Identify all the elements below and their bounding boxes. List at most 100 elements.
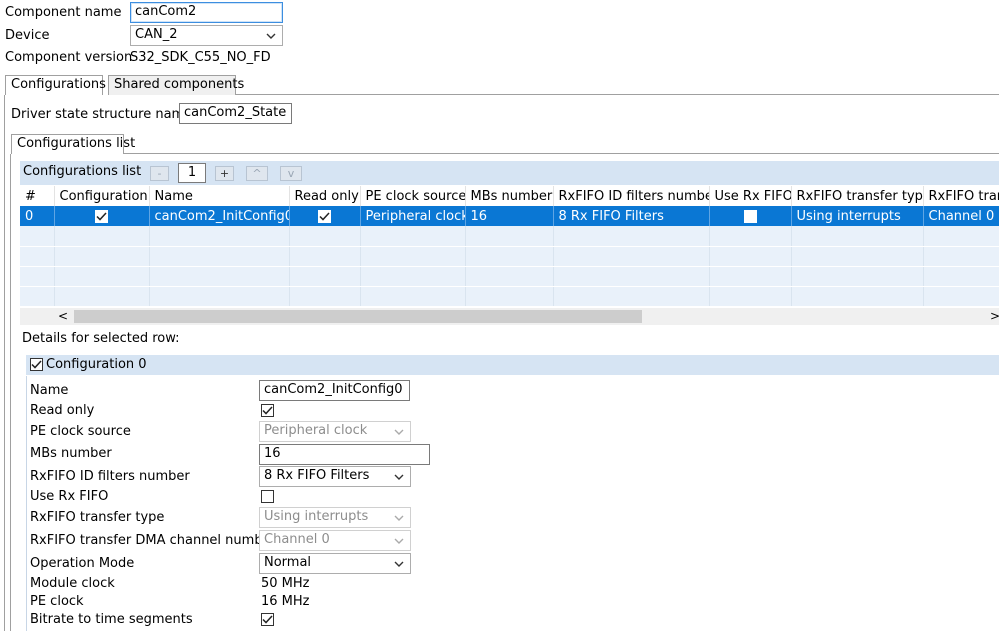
row-mbs-number[interactable]: 16 bbox=[465, 206, 554, 226]
checkmark-icon bbox=[262, 406, 273, 415]
row-use-rx-fifo-checkbox[interactable] bbox=[743, 209, 757, 223]
component-name-label: Component name bbox=[5, 5, 122, 20]
detail-name-label: Name bbox=[30, 383, 69, 398]
column-header[interactable]: Use Rx FIFO bbox=[709, 186, 792, 206]
checkmark-icon bbox=[31, 360, 42, 369]
panel-left-border bbox=[4, 95, 5, 631]
empty-row bbox=[20, 286, 999, 307]
column-header[interactable]: # bbox=[20, 186, 55, 206]
chevron-down-icon bbox=[264, 26, 278, 45]
detail-rxfifo-filters-select[interactable]: 8 Rx FIFO Filters bbox=[259, 466, 411, 487]
column-header[interactable]: PE clock source bbox=[360, 186, 466, 206]
column-header[interactable]: Configuration bbox=[54, 186, 150, 206]
tab-divider bbox=[236, 94, 999, 95]
chevron-down-icon bbox=[392, 554, 406, 573]
row-name[interactable]: canCom2_InitConfig0 bbox=[149, 206, 290, 226]
device-label: Device bbox=[5, 28, 50, 43]
table-header-row: # Configuration Name Read only PE clock … bbox=[20, 186, 999, 206]
detail-mbs-number-label: MBs number bbox=[30, 446, 112, 461]
driver-state-input[interactable]: canCom2_State bbox=[179, 103, 292, 124]
detail-mbs-number-input[interactable]: 16 bbox=[259, 444, 430, 465]
detail-pe-clock-source-value: Peripheral clock bbox=[264, 423, 368, 438]
configurations-list-header-label: Configurations list bbox=[23, 164, 142, 179]
empty-row bbox=[20, 266, 999, 287]
checkmark-icon bbox=[319, 211, 330, 221]
detail-pe-clock-source-label: PE clock source bbox=[30, 424, 131, 439]
detail-operation-mode-value: Normal bbox=[264, 555, 312, 570]
detail-dma-channel-value: Channel 0 bbox=[264, 532, 330, 547]
configuration-group-label: Configuration 0 bbox=[46, 357, 147, 372]
device-select[interactable]: CAN_2 bbox=[130, 25, 283, 46]
empty-row bbox=[20, 246, 999, 267]
detail-operation-mode-select[interactable]: Normal bbox=[259, 553, 411, 574]
column-header[interactable]: RxFIFO ID filters number bbox=[553, 186, 710, 206]
tab-configurations[interactable]: Configurations bbox=[5, 75, 106, 95]
column-header[interactable]: Read only bbox=[289, 186, 361, 206]
row-configuration-cell[interactable] bbox=[54, 206, 150, 226]
column-header[interactable]: Name bbox=[149, 186, 290, 206]
row-rxfifo-channel[interactable]: Channel 0 bbox=[923, 206, 999, 226]
detail-module-clock-value: 50 MHz bbox=[261, 576, 310, 591]
empty-row bbox=[20, 226, 999, 247]
checkmark-icon bbox=[262, 615, 273, 624]
detail-transfer-type-value: Using interrupts bbox=[264, 509, 369, 524]
detail-operation-mode-label: Operation Mode bbox=[30, 556, 135, 571]
inner-tab-divider bbox=[124, 153, 999, 154]
driver-state-label: Driver state structure name bbox=[11, 107, 193, 122]
row-read-only-cell[interactable] bbox=[289, 206, 361, 226]
configuration-group-checkbox[interactable] bbox=[30, 358, 43, 371]
inner-panel-left-border bbox=[10, 154, 11, 631]
device-select-value: CAN_2 bbox=[135, 27, 178, 42]
detail-pe-clock-source-select[interactable]: Peripheral clock bbox=[259, 421, 411, 442]
tab-shared-components[interactable]: Shared components bbox=[108, 75, 244, 95]
detail-dma-channel-label: RxFIFO transfer DMA channel number bbox=[30, 533, 276, 548]
component-version-value: S32_SDK_C55_NO_FD bbox=[130, 50, 271, 65]
row-pe-clock-source[interactable]: Peripheral clock bbox=[360, 206, 466, 226]
detail-transfer-type-select[interactable]: Using interrupts bbox=[259, 507, 411, 528]
row-use-rx-fifo-cell[interactable] bbox=[709, 206, 792, 226]
column-header[interactable]: RxFIFO trans bbox=[923, 186, 999, 206]
column-header[interactable]: RxFIFO transfer type bbox=[791, 186, 924, 206]
chevron-down-icon bbox=[392, 467, 406, 486]
configuration-group-header bbox=[26, 355, 999, 375]
detail-pe-clock-label: PE clock bbox=[30, 594, 84, 609]
row-index: 0 bbox=[20, 206, 55, 226]
detail-read-only-label: Read only bbox=[30, 403, 95, 418]
detail-pe-clock-value: 16 MHz bbox=[261, 594, 310, 609]
detail-bitrate-label: Bitrate to time segments bbox=[30, 612, 193, 627]
chevron-down-icon bbox=[392, 508, 406, 527]
row-configuration-checkbox[interactable] bbox=[95, 209, 108, 223]
scroll-left-arrow-icon[interactable]: < bbox=[58, 308, 68, 324]
move-up-button[interactable]: ^ bbox=[246, 166, 268, 181]
chevron-down-icon bbox=[392, 422, 406, 441]
tab-configurations-list[interactable]: Configurations list bbox=[11, 134, 135, 154]
detail-use-rx-fifo-checkbox[interactable] bbox=[261, 490, 274, 503]
row-rxfifo-filters[interactable]: 8 Rx FIFO Filters bbox=[553, 206, 710, 226]
chevron-down-icon bbox=[392, 531, 406, 550]
detail-transfer-type-label: RxFIFO transfer type bbox=[30, 510, 165, 525]
component-version-label: Component version bbox=[5, 50, 133, 65]
detail-read-only-checkbox[interactable] bbox=[261, 404, 274, 417]
configurations-table: # Configuration Name Read only PE clock … bbox=[20, 186, 999, 307]
component-name-input[interactable]: canCom2 bbox=[130, 2, 283, 23]
column-header[interactable]: MBs number bbox=[465, 186, 554, 206]
scroll-right-arrow-icon[interactable]: > bbox=[990, 308, 999, 324]
details-left-border bbox=[26, 376, 27, 631]
add-config-button[interactable]: + bbox=[215, 166, 234, 181]
row-read-only-checkbox[interactable] bbox=[318, 209, 331, 223]
remove-config-button[interactable]: - bbox=[150, 166, 169, 181]
checkmark-icon bbox=[96, 211, 107, 221]
config-count-input[interactable]: 1 bbox=[178, 163, 206, 183]
table-row[interactable]: 0 canCom2_InitConfig0 Peripheral clock 1… bbox=[20, 206, 999, 226]
details-title: Details for selected row: bbox=[22, 331, 180, 346]
detail-dma-channel-select[interactable]: Channel 0 bbox=[259, 530, 411, 551]
row-rxfifo-transfer-type[interactable]: Using interrupts bbox=[791, 206, 924, 226]
move-down-button[interactable]: v bbox=[280, 166, 302, 181]
detail-rxfifo-filters-value: 8 Rx FIFO Filters bbox=[264, 468, 370, 483]
horizontal-scrollbar-thumb[interactable] bbox=[74, 310, 642, 323]
detail-bitrate-checkbox[interactable] bbox=[261, 613, 274, 626]
detail-name-input[interactable]: canCom2_InitConfig0 bbox=[259, 380, 410, 401]
detail-use-rx-fifo-label: Use Rx FIFO bbox=[30, 489, 109, 504]
detail-rxfifo-filters-label: RxFIFO ID filters number bbox=[30, 469, 190, 484]
detail-module-clock-label: Module clock bbox=[30, 576, 115, 591]
